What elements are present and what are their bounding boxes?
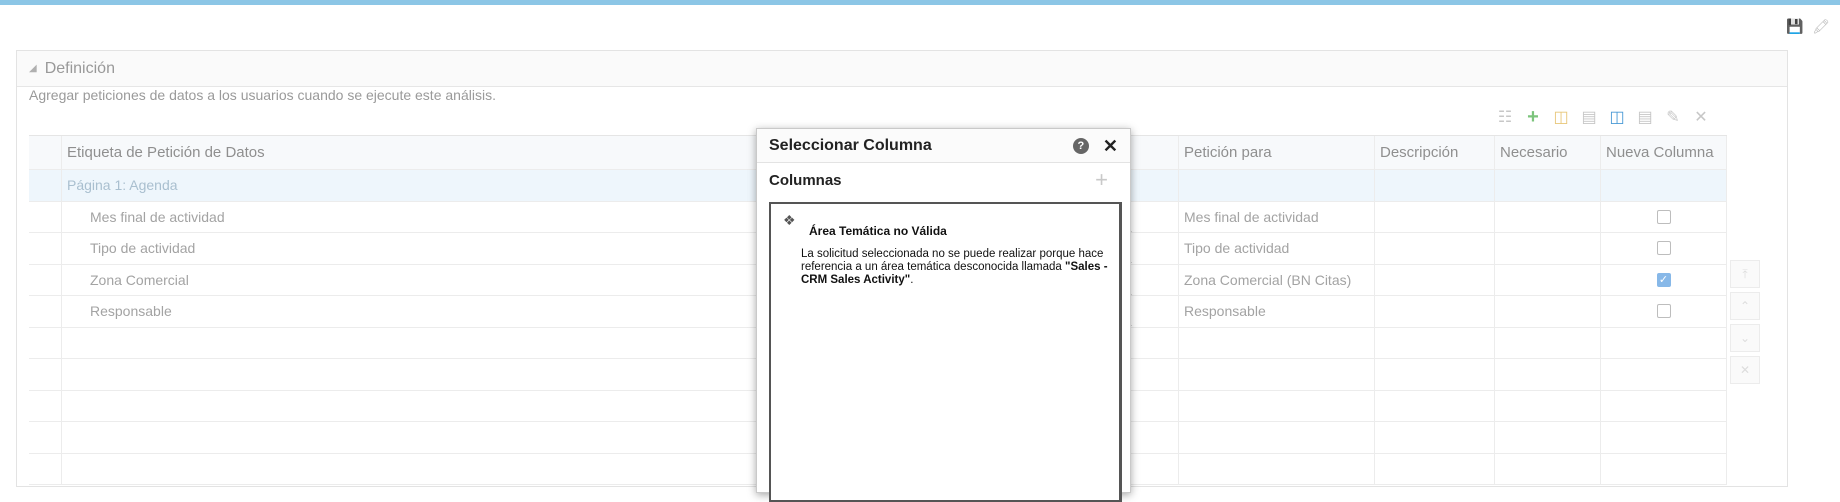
header-required: Necesario <box>1495 136 1601 169</box>
row-required <box>1495 201 1601 232</box>
empty-cell <box>1601 170 1727 201</box>
empty-cell <box>1495 170 1601 201</box>
header-description: Descripción <box>1375 136 1495 169</box>
empty-cell <box>1375 170 1495 201</box>
select-column-dialog: Seleccionar Columna ? ✕ Columnas + ❖ Áre… <box>756 128 1131 502</box>
save-as-icon[interactable]: 🖍 <box>1812 18 1830 34</box>
row-prompt-for: Mes final de actividad <box>1179 201 1375 232</box>
new-column-checkbox[interactable] <box>1656 304 1671 319</box>
panel-title: Definición <box>44 59 115 77</box>
row-new-column <box>1601 233 1727 264</box>
row-prompt-for: Zona Comercial (BN Citas) <box>1179 264 1375 295</box>
save-icon[interactable]: 💾 <box>1786 18 1803 34</box>
panel-description: Agregar peticiones de datos a los usuari… <box>29 87 496 103</box>
grid-toolbar: ☷ + ◫ ▤ ◫ ▤ ✎ ✕ <box>1495 106 1711 128</box>
columns-section-header: Columnas + <box>757 163 1130 197</box>
select-cell <box>29 264 62 295</box>
help-icon[interactable]: ? <box>1072 137 1089 154</box>
select-cell <box>29 233 62 264</box>
row-description <box>1375 296 1495 327</box>
new-page-icon[interactable]: ▤ <box>1579 107 1599 127</box>
copy-folder-icon[interactable]: ◫ <box>1551 107 1571 127</box>
message-end: . <box>910 274 914 286</box>
row-new-column: ✓ <box>1601 264 1727 295</box>
edit-page-icon[interactable]: ☷ <box>1495 107 1515 127</box>
new-column-checkbox[interactable] <box>1656 209 1671 224</box>
remove-icon[interactable]: ✕ <box>1730 356 1760 384</box>
header-prompt-for: Petición para <box>1179 136 1375 169</box>
new-column-checkbox-checked[interactable]: ✓ <box>1656 272 1671 287</box>
dialog-title: Seleccionar Columna <box>769 136 932 154</box>
row-required <box>1495 233 1601 264</box>
message-title: Área Temática no Válida <box>809 224 947 238</box>
message-body: La solicitud seleccionada no se puede re… <box>771 238 1119 287</box>
move-down-icon[interactable]: ⌄ <box>1730 324 1760 352</box>
header-new-column: Nueva Columna <box>1601 136 1727 169</box>
collapse-triangle-icon[interactable]: ◢ <box>29 63 37 74</box>
header-select-cell <box>29 136 62 169</box>
row-description <box>1375 233 1495 264</box>
select-cell <box>29 170 62 201</box>
edit-pencil-icon[interactable]: ✎ <box>1663 107 1683 127</box>
top-accent-bar <box>0 0 1840 5</box>
message-text: La solicitud seleccionada no se puede re… <box>801 248 1104 273</box>
panel-header[interactable]: ◢ Definición <box>17 51 1787 87</box>
page-break-icon[interactable]: ▤ <box>1635 107 1655 127</box>
add-column-icon[interactable]: + <box>1095 167 1108 193</box>
dialog-title-bar[interactable]: Seleccionar Columna ? ✕ <box>757 129 1130 163</box>
row-required <box>1495 264 1601 295</box>
row-new-column <box>1601 201 1727 232</box>
info-icon: ❖ <box>783 212 796 228</box>
row-order-buttons: ⤒ ⌃ ⌄ ✕ <box>1730 260 1760 384</box>
columns-section-title: Columnas <box>769 171 842 189</box>
empty-cell <box>1179 170 1375 201</box>
row-prompt-for: Tipo de actividad <box>1179 233 1375 264</box>
move-top-icon[interactable]: ⤒ <box>1730 260 1760 288</box>
top-toolbar: 💾 🖍 <box>1786 18 1830 34</box>
row-prompt-for: Responsable <box>1179 296 1375 327</box>
delete-x-icon[interactable]: ✕ <box>1691 107 1711 127</box>
row-description <box>1375 264 1495 295</box>
new-column-checkbox[interactable] <box>1656 241 1671 256</box>
close-icon[interactable]: ✕ <box>1103 137 1118 155</box>
select-cell <box>29 296 62 327</box>
row-description <box>1375 201 1495 232</box>
row-required <box>1495 296 1601 327</box>
select-cell <box>29 201 62 232</box>
move-up-icon[interactable]: ⌃ <box>1730 292 1760 320</box>
columns-icon[interactable]: ◫ <box>1607 107 1627 127</box>
columns-tree-box[interactable]: ❖ Área Temática no Válida La solicitud s… <box>769 202 1122 502</box>
row-new-column <box>1601 296 1727 327</box>
add-prompt-icon[interactable]: + <box>1523 106 1543 128</box>
